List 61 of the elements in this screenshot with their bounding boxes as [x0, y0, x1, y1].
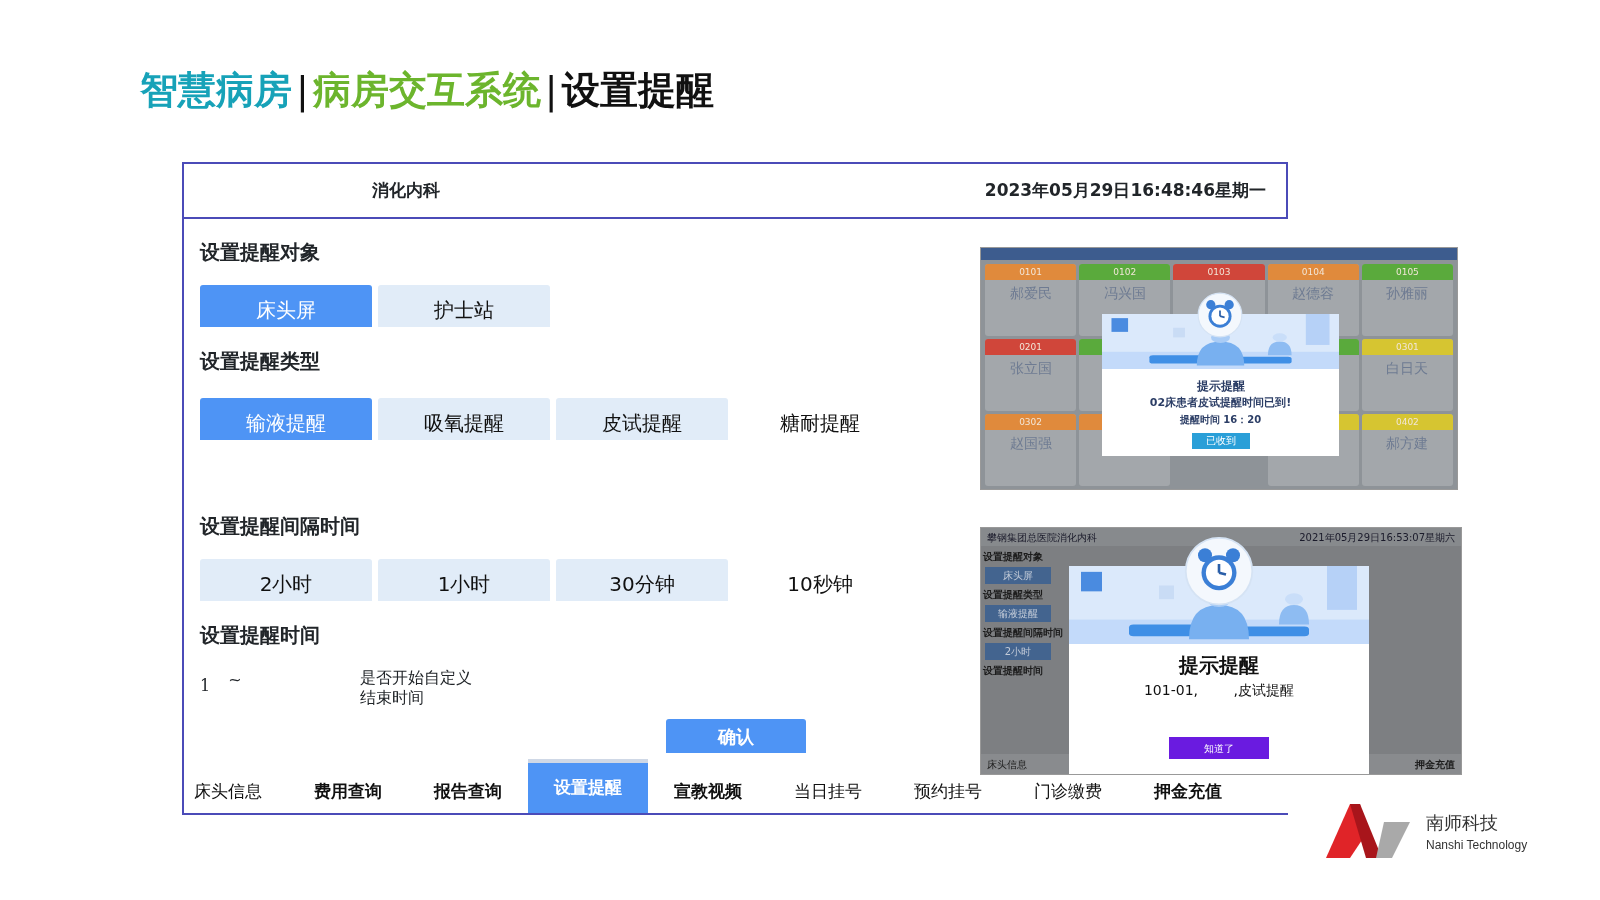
department-label: 消化内科 [372, 178, 440, 202]
section-heading: 设置提醒间隔时间 [200, 513, 360, 540]
alarm-clock-icon [1184, 536, 1254, 606]
bed-header: 0103 [1173, 264, 1265, 280]
acknowledge-button[interactable]: 知道了 [1169, 737, 1269, 759]
datetime-label: 2021年05月29日16:53:07星期六 [1299, 531, 1455, 544]
nav-tab[interactable]: 押金充值 [1415, 756, 1455, 772]
option-tab[interactable]: 10秒钟 [734, 559, 906, 601]
nav-tab[interactable]: 预约挂号 [888, 779, 1008, 813]
nav-tab[interactable]: 当日挂号 [768, 779, 888, 813]
slide-title: 智慧病房 [140, 67, 292, 114]
bed-header: 0101 [985, 264, 1077, 280]
company-subtitle: Nanshi Technology [1426, 836, 1528, 854]
bed-header: 0301 [1361, 339, 1453, 355]
company-name: 南师科技 [1426, 810, 1499, 835]
hospital-label: 攀钢集团总医院消化内科 [987, 531, 1097, 544]
dialog-title: 提示提醒 [1195, 378, 1246, 395]
datetime-label: 2023年05月29日16:48:46星期一 [984, 178, 1266, 202]
section-heading: 设置提醒时间 [200, 622, 320, 649]
custom-end-label: 是否开始自定义结束时间 [359, 668, 473, 708]
alarm-clock-icon [1197, 292, 1243, 338]
section-heading: 设置提醒时间 [982, 664, 1044, 678]
nav-tab[interactable]: 床头信息 [168, 779, 288, 813]
option-tab[interactable]: 输液提醒 [985, 605, 1051, 622]
section-heading: 设置提醒类型 [200, 348, 320, 375]
bed-header: 0104 [1267, 264, 1359, 280]
nav-tab[interactable]: 床头信息 [987, 756, 1027, 772]
section-heading: 设置提醒类型 [982, 588, 1044, 602]
nav-tab[interactable]: 报告查询 [408, 779, 528, 813]
option-tab[interactable]: 糖耐提醒 [734, 398, 906, 440]
option-tab[interactable]: 吸氧提醒 [378, 398, 550, 440]
nav-tab[interactable]: 门诊缴费 [1008, 779, 1128, 813]
bed-header: 0201 [985, 339, 1077, 355]
option-tab[interactable]: 皮试提醒 [556, 398, 728, 440]
section-heading: 设置提醒间隔时间 [982, 626, 1064, 640]
option-tab[interactable]: 2小时 [200, 559, 372, 601]
nav-tab[interactable]: 费用查询 [288, 779, 408, 813]
option-tab[interactable]: 2小时 [985, 643, 1051, 660]
bed-header: 0302 [985, 414, 1077, 430]
option-tab[interactable]: 床头屏 [985, 567, 1051, 584]
logo-icon [1326, 804, 1410, 858]
nav-tab[interactable]: 宣教视频 [648, 779, 768, 813]
dialog-message: 02床患者皮试提醒时间已到! [1148, 395, 1293, 411]
dialog-title: 提示提醒 [1177, 652, 1260, 679]
option-tab[interactable]: 30分钟 [556, 559, 728, 601]
title-separator: | [544, 67, 558, 115]
option-tab[interactable]: 护士站 [378, 285, 550, 327]
reminder-time: 提醒时间 16：20 [1179, 412, 1262, 427]
slide-title: 设置提醒 [561, 67, 714, 114]
dialog-message: 101-01, ,皮试提醒 [1142, 681, 1296, 700]
range-separator: ~ [228, 669, 242, 691]
nav-tab[interactable]: 押金充值 [1128, 779, 1248, 813]
slide-title: 病房交互系统 [312, 67, 541, 114]
bed-header: 0105 [1361, 264, 1453, 280]
bed-header: 0402 [1361, 414, 1453, 430]
section-heading: 设置提醒对象 [982, 550, 1044, 564]
section-heading: 设置提醒对象 [200, 239, 320, 266]
bed-header: 0102 [1079, 264, 1171, 280]
title-separator: | [296, 67, 309, 115]
time-start: 1 [200, 675, 211, 697]
option-tab[interactable]: 1小时 [378, 559, 550, 601]
